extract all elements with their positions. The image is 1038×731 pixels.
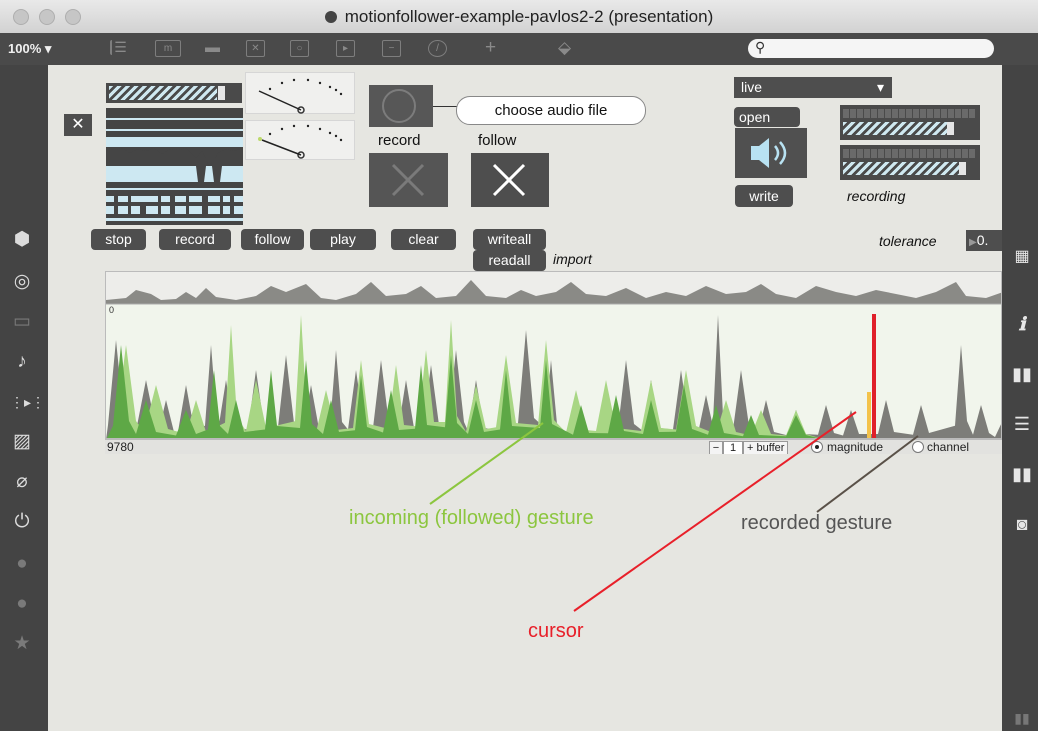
write-button[interactable]: write (735, 185, 793, 207)
import-label: import (553, 251, 592, 267)
buffer-number[interactable]: 1 (723, 441, 743, 454)
writeall-button[interactable]: writeall (473, 229, 546, 250)
button-icon[interactable]: ○ (290, 40, 309, 57)
dial-icon[interactable]: / (428, 40, 447, 57)
window-title-text: motionfollower-example-pavlos2-2 (presen… (344, 7, 714, 26)
dial-1[interactable] (245, 72, 355, 114)
follow-toggle[interactable] (471, 153, 549, 207)
vimeo-icon[interactable]: ● (10, 552, 34, 576)
follow-label: follow (478, 132, 517, 149)
choose-audio-message[interactable]: choose audio file (456, 96, 646, 125)
paperclip-icon[interactable]: ⌀ (10, 470, 34, 494)
comment-icon[interactable]: ▬ (204, 40, 221, 55)
recording-meter-1 (840, 105, 980, 140)
level-meter (106, 83, 242, 103)
playbar-icon[interactable]: ▸ (336, 40, 355, 57)
dial-2[interactable] (245, 120, 355, 160)
columns-icon[interactable]: ▮▮ (1010, 362, 1034, 386)
descriptor-matrix (106, 108, 243, 225)
grid-icon[interactable]: ▦ (1010, 245, 1034, 269)
sequence-icon[interactable]: ⋮▸⋮ (10, 390, 45, 414)
zoom-value: 100% (8, 41, 42, 56)
music-note-icon[interactable]: ♪ (10, 350, 34, 374)
buffer-decrement-button[interactable]: − (709, 441, 723, 454)
record-button[interactable]: record (159, 229, 231, 250)
panel-toggle-icon[interactable]: ▮▮ (1010, 706, 1034, 730)
slider-icon[interactable]: − (382, 40, 401, 57)
circle-icon (382, 89, 416, 123)
right-sidebar (1002, 65, 1038, 731)
presentation-list-icon[interactable]: ☰ (110, 40, 129, 55)
window-title: motionfollower-example-pavlos2-2 (presen… (0, 0, 1038, 33)
document-icon (324, 11, 337, 23)
bandcamp-icon[interactable]: ● (10, 592, 34, 616)
recording-label: recording (847, 188, 906, 204)
message-icon[interactable]: m (155, 40, 181, 57)
tolerance-label: tolerance (879, 233, 937, 249)
chevron-down-icon: ▾ (876, 79, 884, 95)
choose-audio-button[interactable] (369, 85, 433, 127)
live-dropdown-value: live (741, 79, 763, 95)
playback-cursor[interactable] (872, 314, 876, 439)
star-icon[interactable]: ★ (10, 632, 34, 656)
search-icon: ⚲ (755, 39, 766, 55)
channel-label: channel (927, 440, 970, 454)
tolerance-value: 0. (976, 232, 989, 248)
plug-icon[interactable]: ⏻ (10, 510, 34, 534)
plus-icon[interactable]: + (482, 38, 499, 57)
speaker-toggle[interactable] (735, 128, 807, 178)
eraser-icon[interactable]: ⬙ (556, 39, 573, 56)
book-icon[interactable]: ▮▮ (1010, 462, 1034, 486)
info-icon[interactable]: ℹ (1010, 312, 1034, 336)
camera-icon[interactable]: ◙ (1010, 512, 1034, 536)
incoming-gesture-annotation: incoming (followed) gesture (349, 507, 594, 529)
cursor-annotation: cursor (528, 620, 584, 642)
channel-radio[interactable] (912, 441, 924, 453)
tolerance-number[interactable]: ▶0. (966, 230, 1002, 251)
waveform-footer: 9780 − 1 + buffer magnitude channel (105, 439, 1002, 454)
close-toggle[interactable]: ✕ (64, 114, 92, 136)
triangle-icon: ▶ (969, 237, 977, 248)
record-toggle[interactable] (369, 153, 448, 207)
target-icon[interactable]: ◎ (10, 270, 34, 294)
open-button[interactable]: open (734, 107, 800, 127)
record-label: record (378, 132, 421, 149)
clear-button[interactable]: clear (391, 229, 456, 250)
toggle-icon[interactable]: ✕ (246, 40, 265, 57)
cursor-highlight (867, 392, 871, 438)
waveform-display[interactable]: 0 (105, 271, 1002, 439)
recorded-gesture-annotation: recorded gesture (741, 512, 893, 534)
zoom-dropdown[interactable]: 100% ▾ (8, 41, 51, 57)
buffer-button[interactable]: + buffer (743, 441, 789, 454)
film-icon[interactable]: ▭ (10, 310, 34, 334)
sample-count: 9780 (107, 440, 134, 454)
search-input[interactable]: ⚲ (748, 39, 994, 58)
zero-label: 0 (109, 305, 115, 315)
play-button[interactable]: play (310, 229, 376, 250)
recording-meter-2 (840, 145, 980, 180)
magnitude-radio[interactable] (811, 441, 823, 453)
live-dropdown[interactable]: live ▾ (734, 77, 892, 98)
package-icon[interactable]: ⬢ (10, 228, 34, 252)
magnitude-label: magnitude (827, 440, 884, 454)
stop-button[interactable]: stop (91, 229, 146, 250)
list-icon[interactable]: ☰ (1010, 412, 1034, 436)
image-icon[interactable]: ▨ (10, 430, 34, 454)
readall-button[interactable]: readall (473, 250, 546, 271)
follow-button[interactable]: follow (241, 229, 304, 250)
